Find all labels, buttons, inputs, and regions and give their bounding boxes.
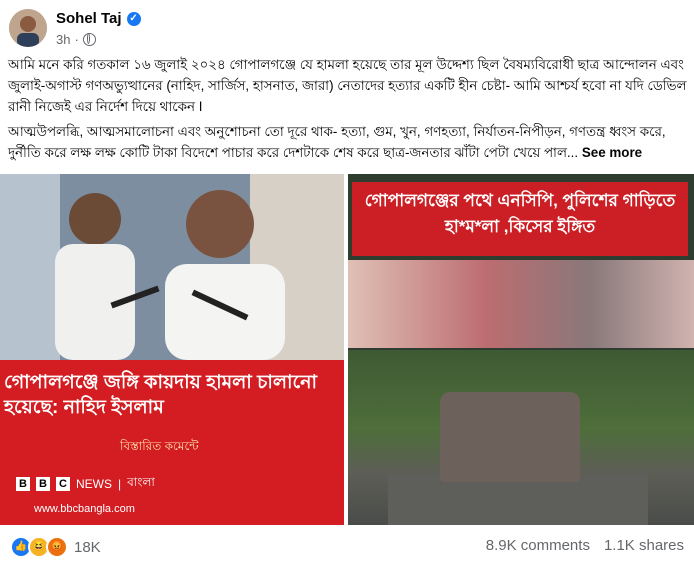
post-images: গোপালগঞ্জে জঙ্গি কায়দায় হামলা চালানো হ…	[0, 174, 694, 525]
post-paragraph-2: আত্মউপলব্ধি, আত্মসমালোচনা এবং অনুশোচনা ত…	[8, 121, 688, 163]
author-name-label[interactable]: Sohel Taj	[56, 10, 122, 27]
blurred-photo-band	[348, 260, 694, 348]
avatar[interactable]	[9, 9, 47, 47]
left-headline: গোপালগঞ্জে জঙ্গি কায়দায় হামলা চালানো হ…	[4, 372, 318, 418]
angry-reaction-icon: 😡	[46, 536, 68, 558]
bbc-language-label: বাংলা	[127, 475, 155, 489]
separator-dot: ·	[74, 32, 79, 47]
bbc-logo-c: C	[56, 477, 70, 491]
bbc-news-label: NEWS	[76, 477, 112, 491]
left-subtext: বিস্তারিত কমেন্টে	[120, 439, 199, 453]
author-name[interactable]: Sohel Taj ✓	[56, 10, 141, 27]
engagement-stats: 8.9K comments 1.1K shares	[486, 537, 684, 554]
bbc-logo: B B C NEWS | বাংলা	[16, 474, 155, 494]
post-footer: 👍 😆 😡 18K 8.9K comments 1.1K shares	[0, 530, 694, 560]
reaction-count[interactable]: 18K	[74, 539, 101, 556]
see-more-link[interactable]: See more	[582, 145, 642, 160]
timestamp[interactable]: 3h	[56, 32, 70, 47]
shares-count[interactable]: 1.1K shares	[604, 537, 684, 554]
press-conference-photo	[0, 174, 344, 360]
avatar-image	[9, 9, 47, 47]
post-meta: 3h ·	[56, 32, 96, 47]
post-header: Sohel Taj ✓ 3h ·	[0, 0, 694, 52]
post-paragraph-1: আমি মনে করি গতকাল ১৬ জুলাই ২০২৪ গোপালগঞ্…	[8, 57, 687, 114]
burnt-car	[440, 392, 580, 482]
right-image[interactable]: গোপালগঞ্জের পথে এনসিপি, পুলিশের গাড়িতে …	[348, 174, 694, 525]
bbc-url: www.bbcbangla.com	[34, 503, 135, 515]
right-headline: গোপালগঞ্জের পথে এনসিপি, পুলিশের গাড়িতে …	[364, 191, 676, 236]
post-paragraph-2-text: আত্মউপলব্ধি, আত্মসমালোচনা এবং অনুশোচনা ত…	[8, 124, 666, 160]
comments-count[interactable]: 8.9K comments	[486, 537, 590, 554]
bbc-separator: |	[118, 477, 122, 491]
bbc-logo-b2: B	[36, 477, 50, 491]
left-image[interactable]: গোপালগঞ্জে জঙ্গি কায়দায় হামলা চালানো হ…	[0, 174, 344, 525]
reactions-summary[interactable]: 👍 😆 😡 18K	[10, 536, 101, 558]
globe-icon	[82, 33, 96, 46]
bbc-logo-b1: B	[16, 477, 30, 491]
verified-badge-icon: ✓	[126, 11, 141, 26]
